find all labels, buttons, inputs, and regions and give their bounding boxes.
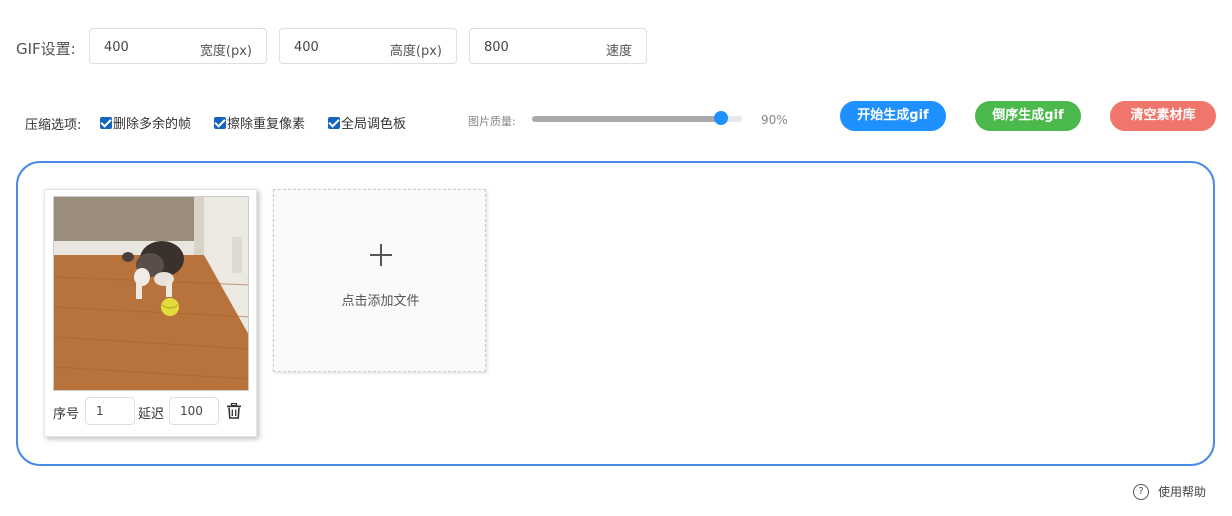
global-palette-checkbox[interactable]: 全局调色板 bbox=[328, 113, 406, 132]
gif-settings-label: GIF设置: bbox=[16, 40, 76, 58]
compress-options-label: 压缩选项: bbox=[25, 118, 82, 133]
height-field[interactable]: 400 高度(px) bbox=[279, 28, 457, 64]
speed-field[interactable]: 800 速度 bbox=[469, 28, 647, 64]
frame-index-label: 序号 bbox=[53, 407, 80, 422]
frame-delay-label: 延迟 bbox=[138, 407, 165, 422]
remove-redundant-frames-label: 删除多余的帧 bbox=[113, 117, 192, 132]
width-field[interactable]: 400 宽度(px) bbox=[89, 28, 267, 64]
trash-icon[interactable] bbox=[226, 402, 242, 419]
quality-value: 90% bbox=[761, 113, 788, 127]
question-icon: ? bbox=[1133, 483, 1149, 500]
quality-slider[interactable] bbox=[532, 116, 742, 122]
width-value[interactable]: 400 bbox=[104, 40, 129, 55]
erase-duplicate-pixels-checkbox[interactable]: 擦除重复像素 bbox=[214, 113, 305, 132]
frame-delay-input[interactable]: 100 bbox=[169, 397, 219, 425]
speed-value[interactable]: 800 bbox=[484, 40, 509, 55]
add-file-label: 点击添加文件 bbox=[341, 294, 420, 309]
checkbox-checked-icon[interactable] bbox=[214, 116, 226, 129]
frame-index-input[interactable]: 1 bbox=[85, 397, 135, 425]
clear-library-button[interactable]: 清空素材库 bbox=[1110, 101, 1216, 131]
help-label: 使用帮助 bbox=[1158, 485, 1207, 499]
height-unit: 高度(px) bbox=[389, 44, 442, 59]
speed-unit: 速度 bbox=[605, 44, 632, 59]
checkbox-checked-icon[interactable] bbox=[328, 116, 340, 129]
quality-slider-fill bbox=[532, 116, 721, 122]
checkbox-checked-icon[interactable] bbox=[100, 116, 112, 129]
remove-redundant-frames-checkbox[interactable]: 删除多余的帧 bbox=[100, 113, 191, 132]
erase-duplicate-pixels-label: 擦除重复像素 bbox=[227, 117, 306, 132]
quality-label: 图片质量: bbox=[468, 115, 516, 128]
frame-card: 序号 1 延迟 100 bbox=[44, 189, 257, 437]
global-palette-label: 全局调色板 bbox=[341, 117, 407, 132]
reverse-generate-gif-button[interactable]: 倒序生成gif bbox=[975, 101, 1081, 131]
width-unit: 宽度(px) bbox=[199, 44, 252, 59]
start-generate-gif-button[interactable]: 开始生成gif bbox=[840, 101, 946, 131]
add-file-card[interactable]: 点击添加文件 bbox=[273, 189, 486, 372]
help-link[interactable]: ? 使用帮助 bbox=[1133, 483, 1206, 500]
height-value[interactable]: 400 bbox=[294, 40, 319, 55]
plus-icon-vertical bbox=[380, 244, 382, 266]
frame-thumbnail bbox=[53, 196, 249, 391]
quality-slider-handle[interactable] bbox=[714, 111, 728, 125]
